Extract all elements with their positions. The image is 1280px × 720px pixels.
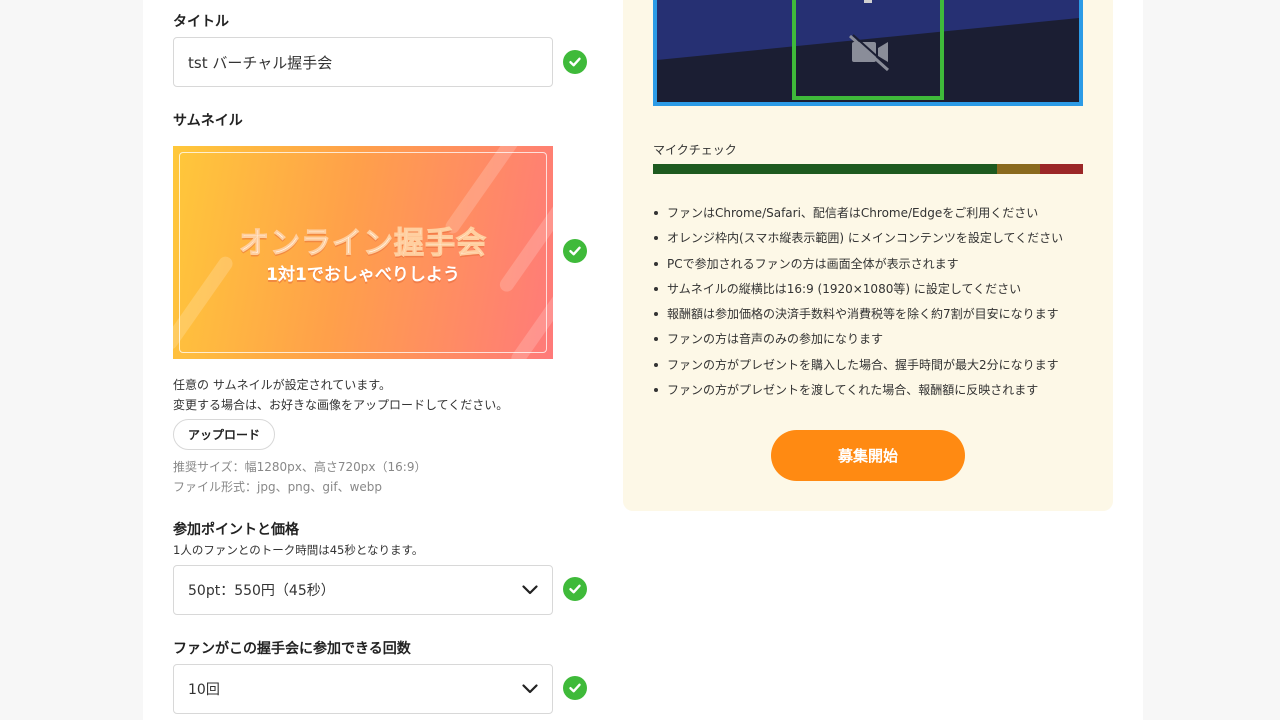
list-item: ファンの方がプレゼントを渡してくれた場合、報酬額に反映されます xyxy=(653,380,1093,405)
notes-list: ファンはChrome/Safari、配信者はChrome/Edgeをご利用くださ… xyxy=(653,203,1093,405)
title-input-value: tst バーチャル握手会 xyxy=(188,53,333,72)
title-input[interactable]: tst バーチャル握手会 xyxy=(173,37,553,87)
thumbnail-headline: オンライン握手会 xyxy=(239,226,487,262)
points-select[interactable]: 50pt：550円（45秒） xyxy=(173,565,553,615)
thumbnail-status: 任意の サムネイルが設定されています。 xyxy=(173,378,392,392)
thumbnail-valid-check-icon xyxy=(563,239,587,263)
mic-level-meter xyxy=(653,164,1083,174)
list-item: サムネイルの縦横比は16:9 (1920×1080等) に設定してください xyxy=(653,279,1093,304)
meter-yellow-segment xyxy=(997,164,1040,174)
meter-red-segment xyxy=(1040,164,1083,174)
recommended-size: 推奨サイズ：幅1280px、高さ720px（16:9） xyxy=(173,460,427,474)
points-select-value: 50pt：550円（45秒） xyxy=(188,583,335,599)
points-label: 参加ポイントと価格 xyxy=(173,522,299,538)
meter-green-segment xyxy=(653,164,997,174)
title-valid-check-icon xyxy=(563,50,587,74)
times-label: ファンがこの握手会に参加できる回数 xyxy=(173,641,411,657)
list-item: 報酬額は参加価格の決済手数料や消費税等を除く約7割が目安になります xyxy=(653,304,1093,329)
thumbnail-subline: 1対1でおしゃべりしよう xyxy=(266,265,460,285)
thumbnail-change-hint: 変更する場合は、お好きな画像をアップロードしてください。 xyxy=(173,398,509,412)
thumbnail-image[interactable]: オンライン握手会 1対1でおしゃべりしよう xyxy=(173,146,553,359)
mic-check-label: マイクチェック xyxy=(653,143,737,157)
list-item: ファンの方は音声のみの参加になります xyxy=(653,329,1093,354)
times-valid-check-icon xyxy=(563,676,587,700)
list-item: オレンジ枠内(スマホ縦表示範囲) にメインコンテンツを設定してください xyxy=(653,228,1093,253)
title-label: タイトル xyxy=(173,14,229,30)
file-format: ファイル形式：jpg、png、gif、webp xyxy=(173,480,383,494)
start-recruitment-button[interactable]: 募集開始 xyxy=(771,430,965,481)
video-preview xyxy=(653,0,1083,106)
points-valid-check-icon xyxy=(563,577,587,601)
upload-button[interactable]: アップロード xyxy=(173,419,275,450)
video-off-icon xyxy=(848,34,891,72)
times-select[interactable]: 10回 xyxy=(173,664,553,714)
chevron-down-icon xyxy=(522,585,538,595)
thumbnail-label: サムネイル xyxy=(173,113,243,129)
list-item: PCで参加されるファンの方は画面全体が表示されます xyxy=(653,254,1093,279)
points-description: 1人のファンとのトーク時間は45秒となります。 xyxy=(173,543,424,557)
times-select-value: 10回 xyxy=(188,682,220,698)
chevron-down-icon xyxy=(522,684,538,694)
list-item: ファンの方がプレゼントを購入した場合、握手時間が最大2分になります xyxy=(653,355,1093,380)
list-item: ファンはChrome/Safari、配信者はChrome/Edgeをご利用くださ… xyxy=(653,203,1093,228)
